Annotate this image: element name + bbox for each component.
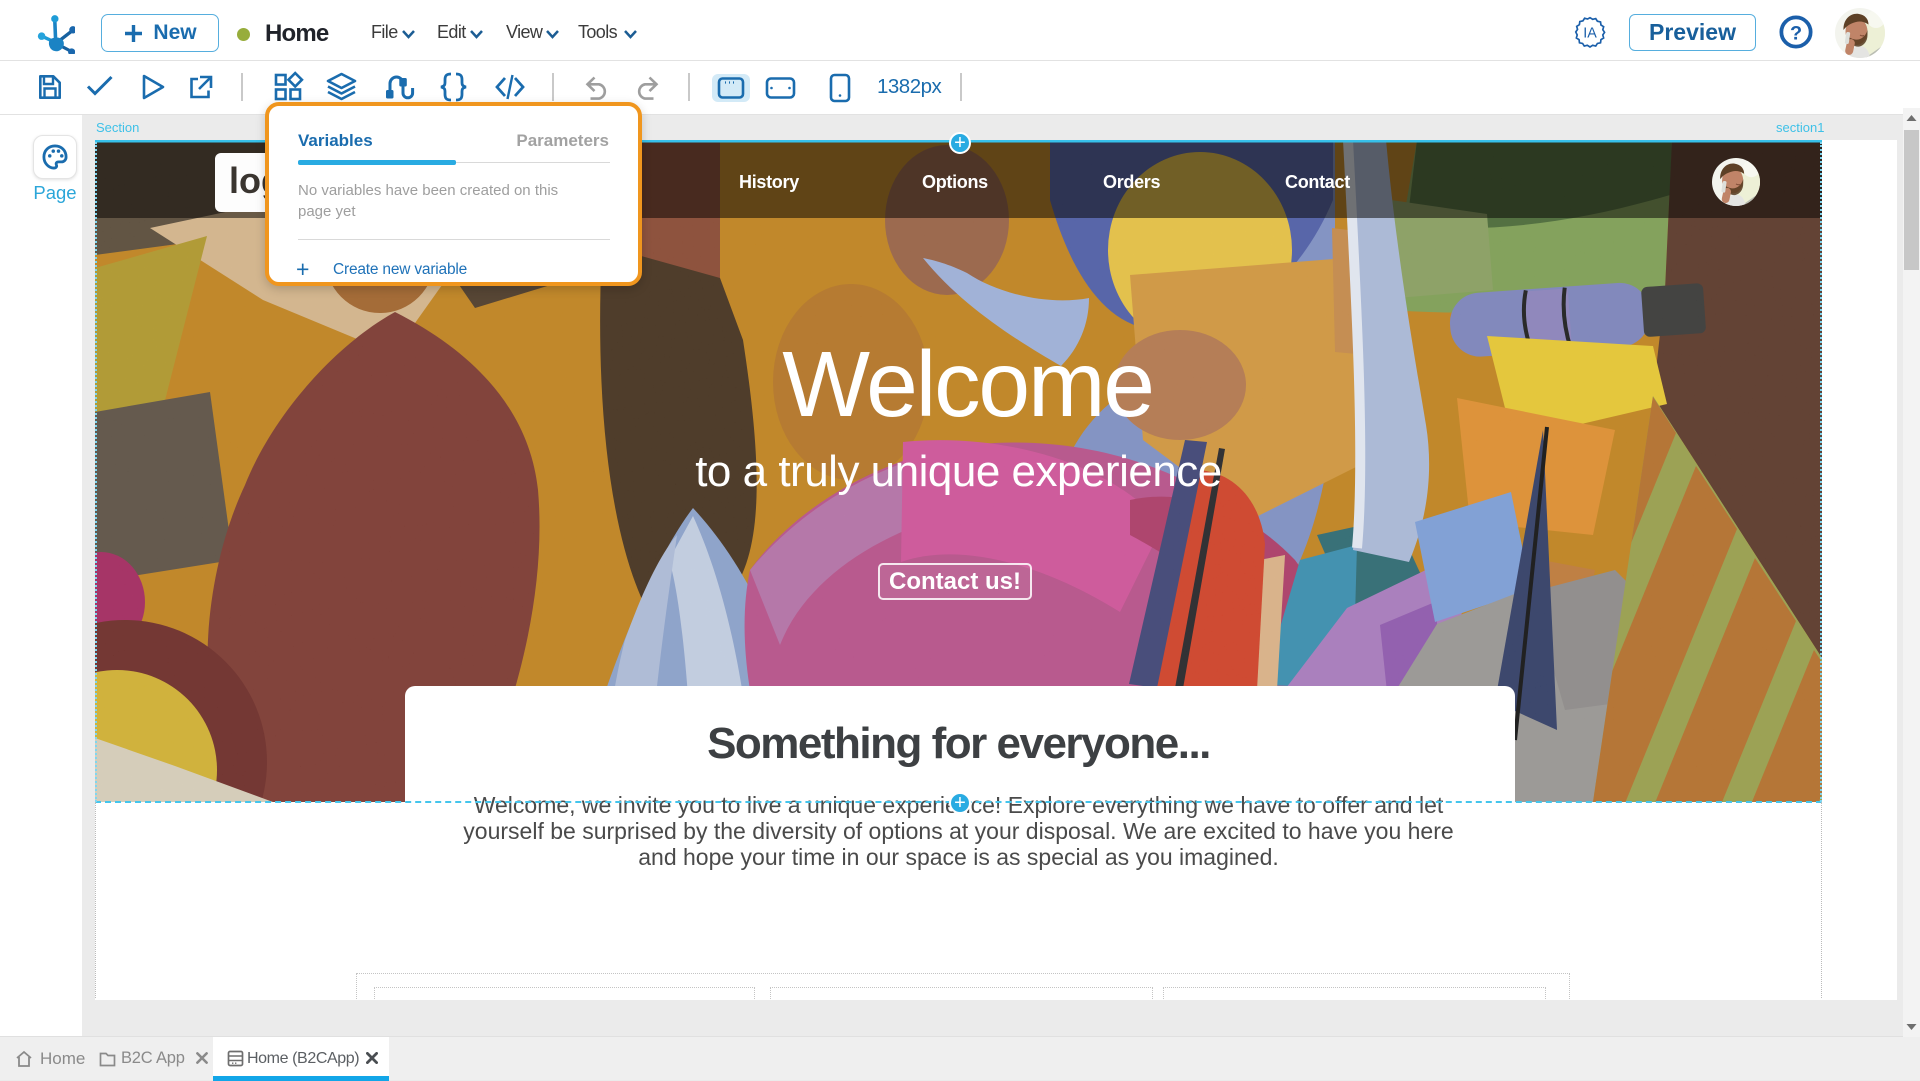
svg-text:IA: IA: [1583, 25, 1597, 41]
svg-text:?: ?: [1790, 23, 1802, 45]
svg-text:1382px: 1382px: [877, 75, 943, 98]
